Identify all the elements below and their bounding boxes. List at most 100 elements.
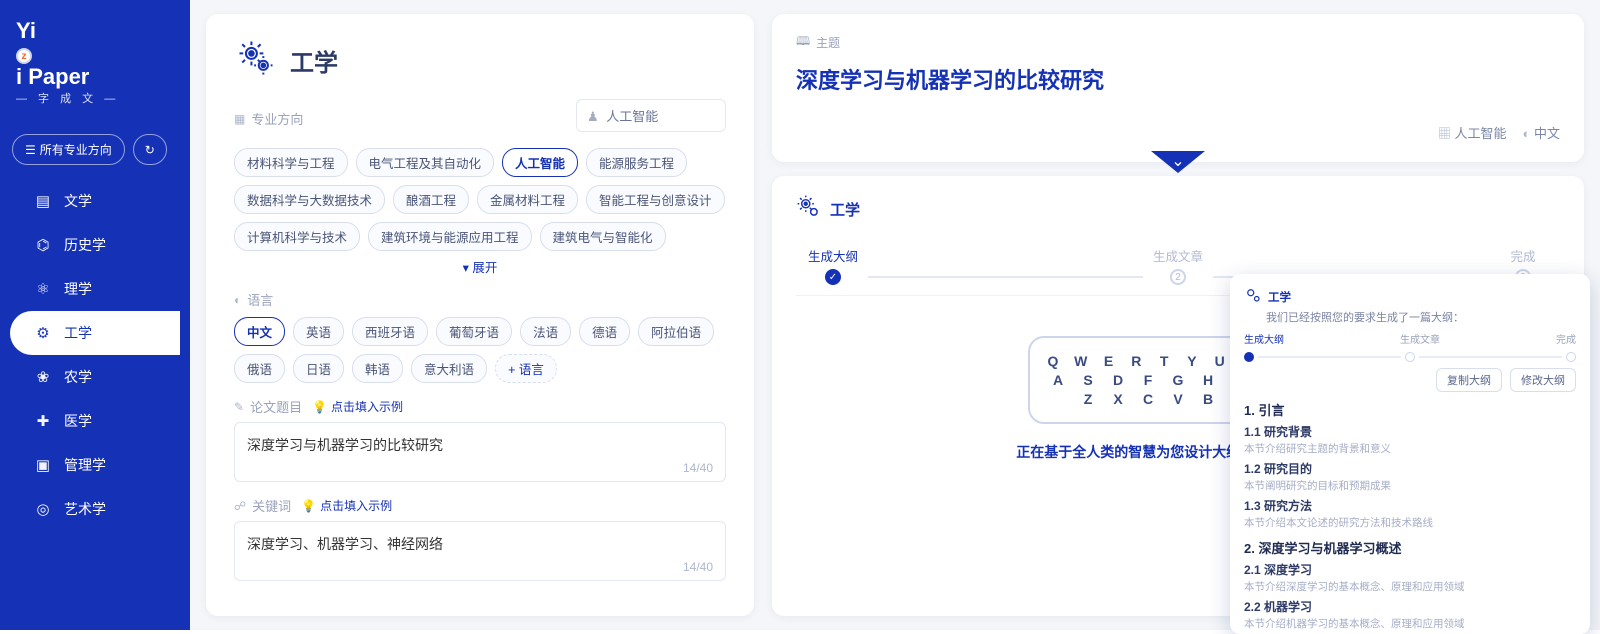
lang-chip[interactable]: 意大利语 bbox=[411, 354, 487, 383]
bulb-icon: 💡 bbox=[301, 499, 316, 513]
major-chip[interactable]: 酿酒工程 bbox=[393, 185, 469, 214]
doc-icon: ✎ bbox=[234, 400, 244, 414]
chevron-down-icon[interactable]: ⌄ bbox=[1151, 151, 1205, 173]
kb-key: X bbox=[1110, 391, 1126, 407]
lang-chip[interactable]: 日语 bbox=[293, 354, 344, 383]
book-icon: ▤ bbox=[34, 192, 52, 210]
major-chip[interactable]: 建筑环境与能源应用工程 bbox=[368, 222, 532, 251]
gear-icon bbox=[234, 36, 278, 85]
gear-icon bbox=[1244, 286, 1262, 307]
outline-desc: 本节介绍本文论述的研究方法和技术路线 bbox=[1244, 515, 1576, 530]
history-icon: ↻ bbox=[145, 143, 155, 157]
brand-tagline: — 字 成 文 — bbox=[16, 90, 174, 106]
outline-desc: 本节介绍机器学习的基本概念、原理和应用领域 bbox=[1244, 616, 1576, 631]
major-chip[interactable]: 计算机科学与技术 bbox=[234, 222, 360, 251]
expand-majors[interactable]: ▾ 展开 bbox=[234, 257, 726, 276]
keywords-input[interactable]: 深度学习、机器学习、神经网络 14/40 bbox=[234, 521, 726, 581]
kb-key: D bbox=[1110, 372, 1126, 388]
popup-subhead: 我们已经按照您的要求生成了一篇大纲： bbox=[1266, 309, 1576, 325]
kb-key: B bbox=[1200, 391, 1216, 407]
sidebar-item-7[interactable]: ◎ 艺术学 bbox=[16, 487, 180, 531]
kb-key: A bbox=[1050, 372, 1066, 388]
major-chip[interactable]: 建筑电气与智能化 bbox=[540, 222, 666, 251]
scroll-icon: ⌬ bbox=[34, 236, 52, 254]
outline-desc: 本节阐明研究的目标和预期成果 bbox=[1244, 478, 1576, 493]
paper-title-input[interactable]: 深度学习与机器学习的比较研究 14/40 bbox=[234, 422, 726, 482]
brand-logo: Yizi Paper — 字 成 文 — bbox=[10, 18, 180, 122]
sidebar-item-2[interactable]: ⚛理学 bbox=[16, 267, 180, 311]
kb-key: T bbox=[1157, 353, 1171, 369]
copy-outline-button[interactable]: 复制大纲 bbox=[1436, 368, 1502, 392]
keywords-section-label: ☍ 关键词 bbox=[234, 496, 291, 515]
sidebar-item-label: 管理学 bbox=[64, 455, 106, 475]
list-icon: ☰ bbox=[25, 143, 36, 157]
major-chip[interactable]: 人工智能 bbox=[502, 148, 578, 177]
atom-icon: ⚛ bbox=[34, 280, 52, 298]
user-icon: ♟ bbox=[587, 109, 599, 124]
bookmark-icon: 🕮 bbox=[796, 32, 810, 53]
lang-chip[interactable]: 中文 bbox=[234, 317, 285, 346]
grid-icon: ▦ bbox=[234, 112, 245, 126]
lang-chip[interactable]: 西班牙语 bbox=[352, 317, 428, 346]
outline-subheading: 2.2 机器学习 bbox=[1244, 598, 1576, 615]
gear-icon bbox=[796, 194, 822, 224]
lang-chip[interactable]: 法语 bbox=[520, 317, 571, 346]
kb-key: S bbox=[1080, 372, 1096, 388]
topic-title: 深度学习与机器学习的比较研究 bbox=[796, 63, 1560, 95]
major-input[interactable]: ♟ 人工智能 bbox=[576, 99, 726, 132]
kb-key: Y bbox=[1185, 353, 1199, 369]
outline-subheading: 1.1 研究背景 bbox=[1244, 423, 1576, 440]
outline-heading: 2. 深度学习与机器学习概述 bbox=[1244, 538, 1576, 557]
sidebar-item-label: 艺术学 bbox=[64, 499, 106, 519]
sidebar-item-5[interactable]: ✚医学 bbox=[16, 399, 180, 443]
step-0: 生成大纲✓ bbox=[798, 246, 868, 285]
title-section-label: ✎ 论文题目 bbox=[234, 397, 302, 416]
kb-key: C bbox=[1140, 391, 1156, 407]
sidebar-item-4[interactable]: ❀农学 bbox=[16, 355, 180, 399]
lang-chip[interactable]: 葡萄牙语 bbox=[436, 317, 512, 346]
major-chip[interactable]: 智能工程与创意设计 bbox=[586, 185, 725, 214]
outline-subheading: 2.1 深度学习 bbox=[1244, 561, 1576, 578]
title-counter: 14/40 bbox=[683, 461, 713, 475]
gen-card-title: 工学 bbox=[830, 199, 860, 220]
title-example-hint[interactable]: 💡点击填入示例 bbox=[312, 398, 403, 415]
kb-key: F bbox=[1140, 372, 1156, 388]
lang-chip[interactable]: 俄语 bbox=[234, 354, 285, 383]
outline-subheading: 1.3 研究方法 bbox=[1244, 497, 1576, 514]
lang-chip[interactable]: 英语 bbox=[293, 317, 344, 346]
palette-icon: ◎ bbox=[34, 500, 52, 518]
add-language-chip[interactable]: + 语言 bbox=[495, 354, 557, 383]
globe-icon: ◐ bbox=[234, 293, 241, 307]
sidebar-item-0[interactable]: ▤ 文学 bbox=[16, 179, 180, 223]
topic-tag-major: ▦ 人工智能 bbox=[1438, 123, 1507, 142]
kb-key: W bbox=[1074, 353, 1088, 369]
major-chip[interactable]: 材料科学与工程 bbox=[234, 148, 348, 177]
sidebar-item-label: 历史学 bbox=[64, 235, 106, 255]
lang-chip[interactable]: 阿拉伯语 bbox=[638, 317, 714, 346]
sidebar-item-1[interactable]: ⌬ 历史学 bbox=[16, 223, 180, 267]
clipboard-icon: ▣ bbox=[34, 456, 52, 474]
sidebar-item-label: 文学 bbox=[64, 191, 92, 211]
topic-tag-lang: ◐ 中文 bbox=[1523, 123, 1560, 142]
refresh-button[interactable]: ↻ bbox=[133, 134, 167, 165]
major-chip[interactable]: 数据科学与大数据技术 bbox=[234, 185, 385, 214]
keywords-example-hint[interactable]: 💡点击填入示例 bbox=[301, 497, 392, 514]
sidebar-item-6[interactable]: ▣ 管理学 bbox=[16, 443, 180, 487]
kb-key: H bbox=[1200, 372, 1216, 388]
all-majors-button[interactable]: ☰ 所有专业方向 bbox=[12, 134, 125, 165]
outline-subheading: 1.2 研究目的 bbox=[1244, 460, 1576, 477]
config-card: 工学 ▦ 专业方向 ♟ 人工智能 材料科学与工程电气工程及其自动化人工智能能源服… bbox=[206, 14, 754, 616]
lang-chip[interactable]: 韩语 bbox=[352, 354, 403, 383]
edit-outline-button[interactable]: 修改大纲 bbox=[1510, 368, 1576, 392]
sidebar-item-label: 农学 bbox=[64, 367, 92, 387]
major-chip[interactable]: 能源服务工程 bbox=[586, 148, 687, 177]
major-chip[interactable]: 电气工程及其自动化 bbox=[356, 148, 495, 177]
sidebar-item-3[interactable]: ⚙工学 bbox=[10, 311, 180, 355]
outline-desc: 本节介绍研究主题的背景和意义 bbox=[1244, 441, 1576, 456]
kb-key: Z bbox=[1080, 391, 1096, 407]
major-chip[interactable]: 金属材料工程 bbox=[477, 185, 578, 214]
kb-key: G bbox=[1170, 372, 1186, 388]
card-title: 工学 bbox=[290, 43, 338, 78]
step-1: 生成文章2 bbox=[1143, 246, 1213, 285]
lang-chip[interactable]: 德语 bbox=[579, 317, 630, 346]
